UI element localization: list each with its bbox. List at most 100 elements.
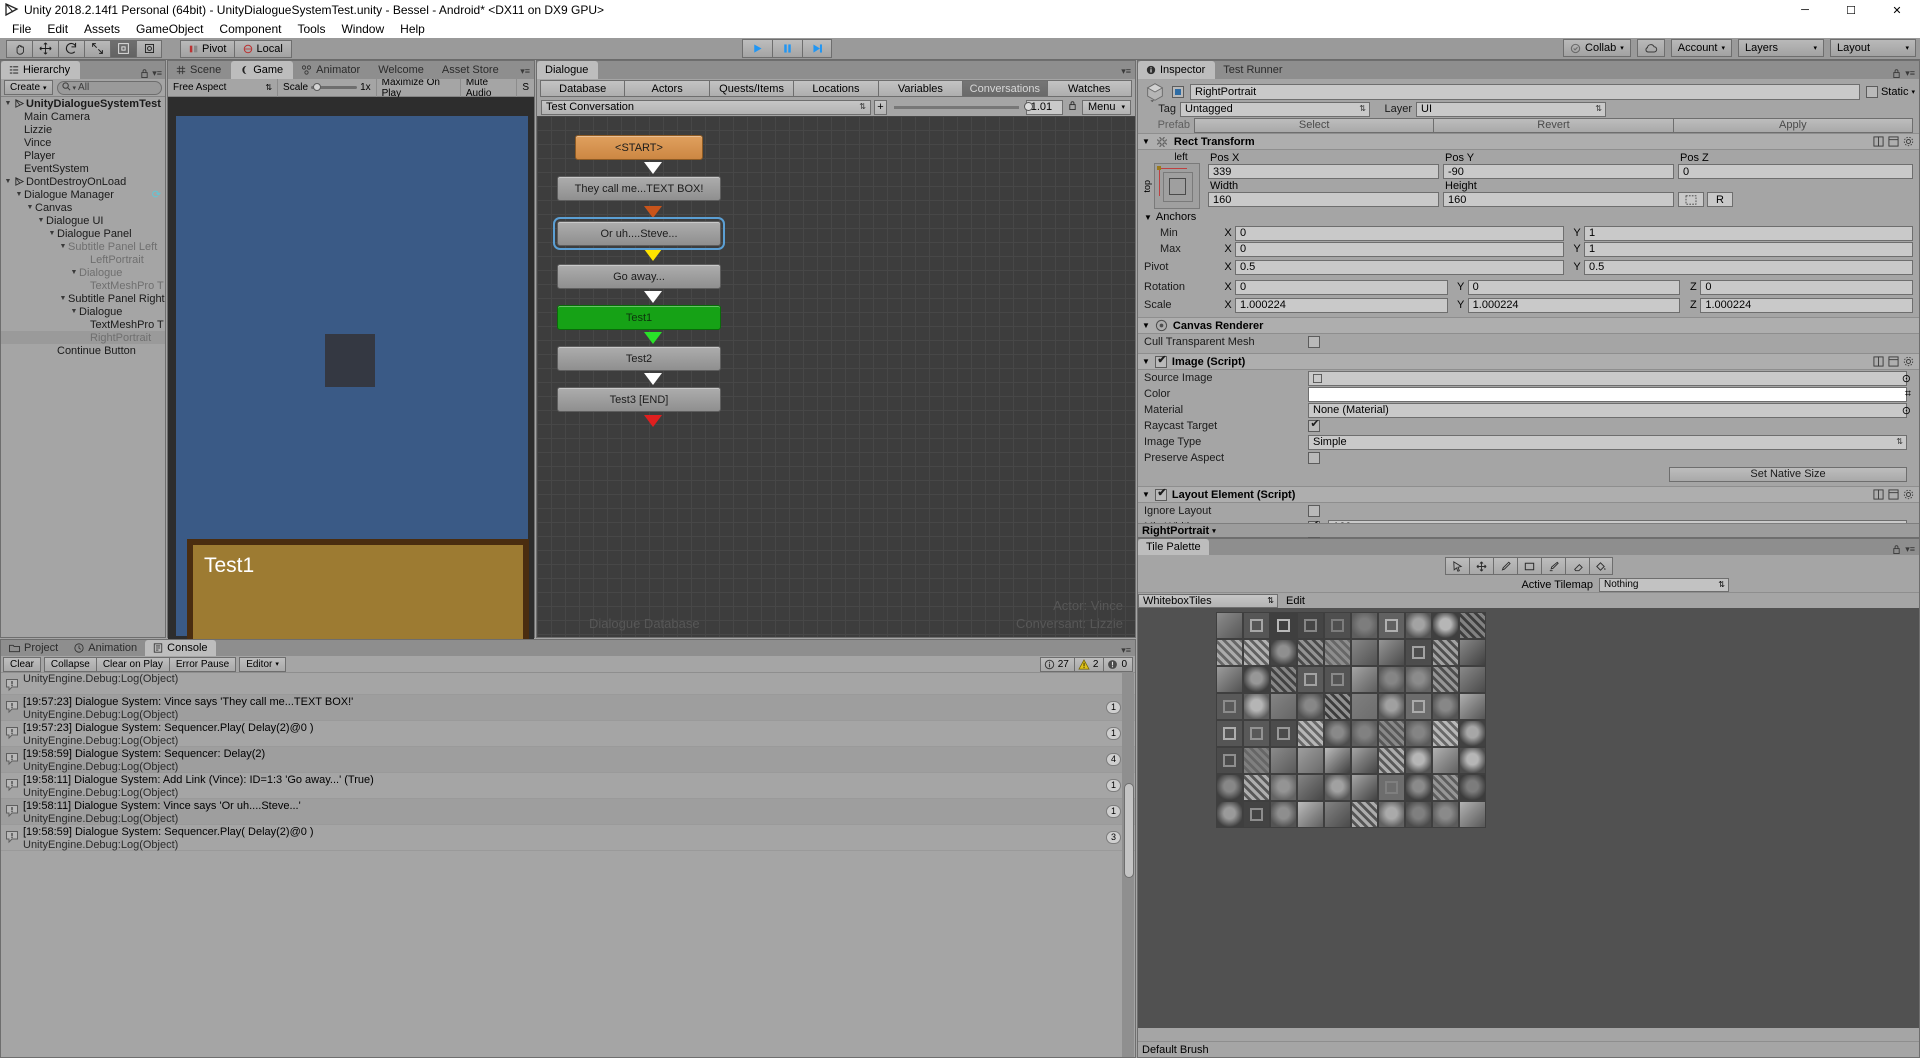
scale-slider[interactable] xyxy=(311,83,358,91)
foldout-arrow-icon[interactable]: ▼ xyxy=(36,217,46,224)
tile-cell[interactable] xyxy=(1405,801,1432,828)
hierarchy-item[interactable]: ▼ Canvas xyxy=(1,201,165,214)
tile-cell[interactable] xyxy=(1243,774,1270,801)
dialogue-subtab-row[interactable]: Database Actors Quests/Items Locations Varia… xyxy=(537,79,1135,98)
tile-cell[interactable] xyxy=(1432,639,1459,666)
tile-cell[interactable] xyxy=(1378,801,1405,828)
image-type-dropdown[interactable]: Simple ⇅ xyxy=(1308,434,1907,450)
tile-cell[interactable] xyxy=(1459,666,1486,693)
add-conversation-button[interactable]: + xyxy=(874,99,887,115)
scale-slider-group[interactable]: Scale 1x xyxy=(278,78,377,97)
tile-cell[interactable] xyxy=(1459,747,1486,774)
tab-welcome[interactable]: Welcome xyxy=(370,61,434,79)
hierarchy-item[interactable]: ▼ Dialogue xyxy=(1,266,165,279)
layers-button[interactable]: Layers ▾ xyxy=(1738,39,1824,57)
game-render-area[interactable]: Test1 xyxy=(168,97,534,655)
raycast-target-checkbox[interactable] xyxy=(1308,418,1321,432)
tile-cell[interactable] xyxy=(1351,666,1378,693)
raw-edit-button[interactable]: R xyxy=(1707,192,1733,207)
hierarchy-item[interactable]: ▼ Dialogue UI xyxy=(1,214,165,227)
tile-cell[interactable] xyxy=(1216,747,1243,774)
hierarchy-item[interactable]: ▼ Subtitle Panel Left xyxy=(1,240,165,253)
hierarchy-item[interactable]: ▼ Dialogue Manager ⟳ xyxy=(1,188,165,202)
tile-cell[interactable] xyxy=(1324,693,1351,720)
console-log-entry[interactable]: [19:58:11] Dialogue System: Vince says '… xyxy=(1,799,1135,825)
rect-transform-header[interactable]: ▼ Rect Transform xyxy=(1138,133,1919,150)
transform-tool-button[interactable] xyxy=(136,39,162,58)
menu-tools[interactable]: Tools xyxy=(289,21,333,37)
account-button[interactable]: Account ▾ xyxy=(1670,39,1732,57)
tile-cell[interactable] xyxy=(1432,801,1459,828)
static-checkbox[interactable] xyxy=(1865,85,1878,98)
tile-cell[interactable] xyxy=(1324,774,1351,801)
dialogue-subtab-database[interactable]: Database xyxy=(540,80,625,97)
scale-x-field[interactable]: 1.000224 xyxy=(1235,297,1448,313)
tile-cell[interactable] xyxy=(1459,720,1486,747)
aspect-dropdown[interactable]: Free Aspect ⇅ xyxy=(168,78,279,97)
foldout-arrow-icon[interactable]: ▼ xyxy=(69,269,79,276)
conversation-dropdown[interactable]: Test Conversation ⇅ xyxy=(541,99,871,115)
log-counter[interactable]: 27 xyxy=(1039,656,1074,672)
console-log-entry[interactable]: [19:58:59] Dialogue System: Sequencer.Pl… xyxy=(1,825,1135,851)
tile-palette-canvas[interactable] xyxy=(1138,608,1919,1028)
create-button[interactable]: Create ▾ xyxy=(4,80,53,95)
dialogue-subtab-actors[interactable]: Actors xyxy=(624,80,709,97)
error-pause-button[interactable]: Error Pause xyxy=(168,656,237,672)
ignore-layout-checkbox[interactable] xyxy=(1308,505,1320,517)
cloud-button[interactable] xyxy=(1636,39,1665,57)
tile-cell[interactable] xyxy=(1243,720,1270,747)
panel-menu-icon[interactable]: ▾≡ xyxy=(1905,68,1915,79)
tile-cell[interactable] xyxy=(1459,639,1486,666)
scale-tool-button[interactable] xyxy=(84,39,110,58)
tile-cell[interactable] xyxy=(1270,747,1297,774)
foldout-arrow-icon[interactable]: ▼ xyxy=(58,243,68,250)
layer-dropdown[interactable]: UI ⇅ xyxy=(1416,101,1606,117)
dialogue-node[interactable]: Test1 xyxy=(557,305,721,330)
clear-on-play-button[interactable]: Clear on Play xyxy=(95,656,169,672)
prefab-select-button[interactable]: Select xyxy=(1194,117,1434,133)
rotate-tool-button[interactable] xyxy=(58,39,84,58)
prefab-apply-button[interactable]: Apply xyxy=(1672,117,1913,133)
foldout-arrow-icon[interactable]: ▼ xyxy=(69,308,79,315)
tile-cell[interactable] xyxy=(1378,612,1405,639)
tile-cell[interactable] xyxy=(1432,774,1459,801)
hierarchy-item[interactable]: Player xyxy=(1,149,165,162)
pause-button[interactable] xyxy=(772,39,802,58)
material-picker[interactable]: ⊙ xyxy=(1902,404,1911,417)
tile-cell[interactable] xyxy=(1405,666,1432,693)
pos-z-field[interactable]: 0 xyxy=(1678,164,1913,179)
tile-cell[interactable] xyxy=(1270,666,1297,693)
tile-cell[interactable] xyxy=(1405,693,1432,720)
tag-dropdown[interactable]: Untagged ⇅ xyxy=(1180,101,1370,117)
tile-palette-toolbar[interactable] xyxy=(1138,555,1919,577)
tile-cell[interactable] xyxy=(1270,693,1297,720)
foldout-arrow-icon[interactable]: ▼ xyxy=(3,178,13,185)
tile-cell[interactable] xyxy=(1324,720,1351,747)
width-field[interactable]: 160 xyxy=(1208,192,1439,207)
tile-cell[interactable] xyxy=(1324,666,1351,693)
hierarchy-item[interactable]: TextMeshPro T xyxy=(1,279,165,292)
tab-dialogue[interactable]: Dialogue xyxy=(537,61,599,79)
hierarchy-item[interactable]: EventSystem xyxy=(1,162,165,175)
hierarchy-tree[interactable]: ▼ UnityDialogueSystemTest Main Camera Lizzi… xyxy=(1,97,165,637)
layout-element-enabled-checkbox[interactable] xyxy=(1154,487,1168,501)
tile-cell[interactable] xyxy=(1405,720,1432,747)
move-tool-button[interactable] xyxy=(32,39,58,58)
tile-cell[interactable] xyxy=(1216,801,1243,828)
dialogue-node[interactable]: They call me...TEXT BOX! xyxy=(557,176,721,201)
conversation-graph-canvas[interactable]: Dialogue Database Actor: Vince Conversan… xyxy=(537,116,1135,637)
eraser-tool-icon[interactable] xyxy=(1564,557,1589,575)
tile-cell[interactable] xyxy=(1216,639,1243,666)
dialogue-node[interactable]: Test2 xyxy=(557,346,721,371)
tile-cell[interactable] xyxy=(1270,774,1297,801)
tile-cell[interactable] xyxy=(1405,612,1432,639)
tile-cell[interactable] xyxy=(1459,774,1486,801)
color-swatch-field[interactable] xyxy=(1308,386,1907,402)
console-scrollbar-thumb[interactable] xyxy=(1124,783,1134,878)
panel-menu-icon[interactable]: ▾≡ xyxy=(520,66,530,77)
scale-slider-knob[interactable] xyxy=(313,83,322,91)
select-tool-icon[interactable] xyxy=(1444,557,1469,575)
tile-cell[interactable] xyxy=(1324,801,1351,828)
foldout-arrow-icon[interactable]: ▼ xyxy=(3,100,13,107)
hierarchy-item[interactable]: ▼ Subtitle Panel Right xyxy=(1,292,165,305)
